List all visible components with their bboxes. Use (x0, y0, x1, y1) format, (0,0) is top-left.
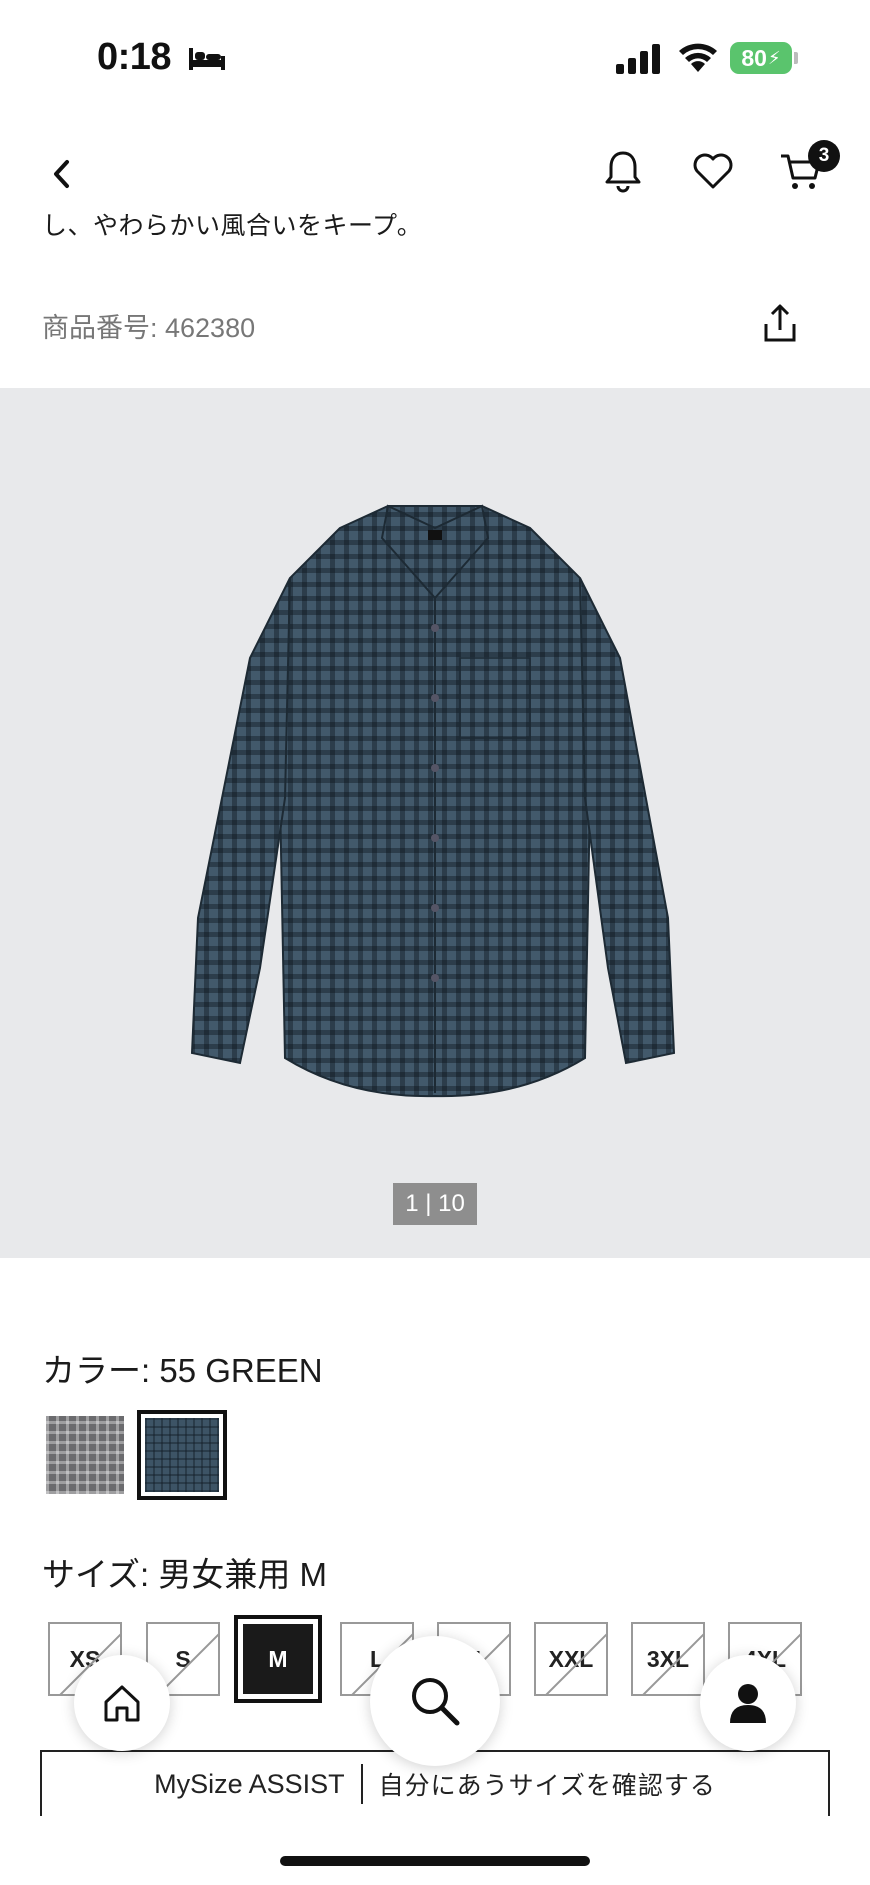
battery-level: 80 (741, 44, 767, 71)
cellular-signal-icon (616, 44, 660, 74)
color-swatch-green-selected[interactable] (137, 1410, 227, 1500)
size-option-m[interactable]: M (234, 1615, 322, 1703)
back-chevron-icon (54, 160, 69, 188)
notifications-button[interactable] (600, 146, 646, 196)
favorite-button[interactable] (690, 148, 736, 194)
back-button[interactable] (38, 150, 86, 198)
bed-icon (189, 48, 225, 70)
color-swatch-gray[interactable] (46, 1416, 124, 1494)
image-page-indicator: 1 | 10 (393, 1183, 477, 1225)
size-option-label: M (243, 1624, 313, 1694)
product-image[interactable] (190, 498, 680, 1138)
account-icon (730, 1684, 766, 1723)
home-button[interactable] (74, 1655, 170, 1751)
product-image-gallery[interactable]: 1 | 10 (0, 388, 870, 1258)
size-label: サイズ: 男女兼用 M (42, 1556, 328, 1593)
product-description-tail: し、やわらかい風合いをキープ。 (42, 212, 423, 240)
heart-icon (693, 153, 733, 189)
bell-icon (605, 151, 641, 193)
app-header (0, 130, 870, 210)
share-button[interactable] (756, 298, 804, 348)
size-option-3xl[interactable]: 3XL (631, 1622, 705, 1696)
color-label: カラー: 55 GREEN (42, 1352, 323, 1389)
search-icon (412, 1678, 460, 1726)
wifi-icon (679, 43, 717, 72)
product-number: 商品番号: 462380 (42, 313, 256, 343)
battery-charging-icon: 80 ⚡ (730, 42, 792, 74)
share-icon (764, 304, 796, 342)
size-option-xxl[interactable]: XXL (534, 1622, 608, 1696)
mysize-brand: MySize ASSIST (154, 1768, 345, 1799)
status-time: 0:18 (97, 36, 172, 78)
cart-count-badge: 3 (808, 140, 840, 172)
home-indicator (280, 1856, 590, 1866)
home-icon (104, 1685, 140, 1722)
mysize-action: 自分にあうサイズを確認する (378, 1772, 716, 1800)
battery-tip (794, 52, 798, 64)
account-button[interactable] (700, 1655, 796, 1751)
status-bar: 0:18 80 ⚡ (0, 0, 870, 110)
color-swatch-green (145, 1418, 219, 1492)
search-button[interactable] (370, 1636, 500, 1766)
